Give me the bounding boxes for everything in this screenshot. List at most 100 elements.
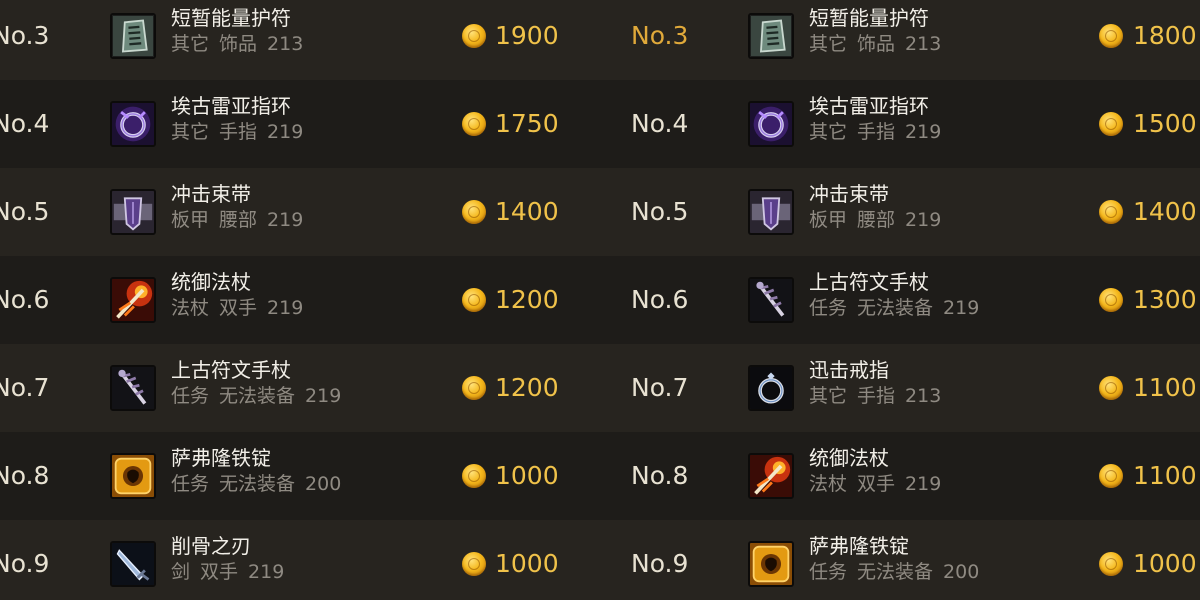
- ranking-entry[interactable]: No.4 埃古雷亚指环 其它 手指 219 1750: [0, 80, 600, 168]
- rank-label: No.8: [631, 461, 689, 490]
- ranking-entry[interactable]: No.8 萨弗隆铁锭 任务 无法装备 200 1000: [0, 432, 600, 520]
- fire-staff-icon: [110, 277, 156, 323]
- gold-coin-icon: [462, 376, 486, 400]
- ranking-entry[interactable]: No.7 迅击戒指 其它 手指 213 1100: [600, 344, 1200, 432]
- belt-icon: [110, 189, 156, 235]
- item-name: 统御法杖: [171, 270, 251, 294]
- item-name: 短暂能量护符: [171, 6, 291, 30]
- item-slot: 无法装备: [857, 297, 934, 319]
- gold-coin-icon: [1099, 552, 1123, 576]
- item-details: 任务 无法装备 219: [171, 381, 351, 408]
- item-slot: 无法装备: [219, 385, 296, 407]
- item-ilvl: 200: [305, 473, 342, 495]
- item-details: 任务 无法装备 219: [809, 293, 989, 320]
- rank-label: No.3: [631, 21, 689, 50]
- item-details: 其它 饰品 213: [809, 29, 951, 56]
- item-type: 剑: [171, 561, 191, 583]
- item-name: 迅击戒指: [809, 358, 889, 382]
- item-slot: 双手: [200, 561, 239, 583]
- purple-ring-icon: [110, 101, 156, 147]
- item-slot: 双手: [857, 473, 896, 495]
- item-name: 冲击束带: [809, 182, 889, 206]
- item-type: 其它: [809, 33, 848, 55]
- item-name: 削骨之刃: [171, 534, 251, 558]
- item-ilvl: 200: [943, 561, 980, 583]
- item-details: 其它 饰品 213: [171, 29, 313, 56]
- rank-label: No.5: [0, 197, 50, 226]
- item-name: 埃古雷亚指环: [171, 94, 291, 118]
- amulet-icon: [110, 13, 156, 59]
- rank-label: No.4: [0, 109, 50, 138]
- item-details: 剑双手 219: [171, 557, 294, 584]
- item-price: 1000: [1133, 549, 1197, 578]
- ranking-row: No.7 上古符文手杖 任务 无法装备 219 1200 No.7 迅击戒指 其它 手指 213 11…: [0, 344, 1200, 432]
- item-price: 1100: [1133, 461, 1197, 490]
- silver-ring-icon: [748, 365, 794, 411]
- ranking-entry[interactable]: No.3 短暂能量护符 其它 饰品 213 1900: [0, 0, 600, 80]
- item-type: 其它: [809, 121, 848, 143]
- item-price: 1100: [1133, 373, 1197, 402]
- ranking-entry[interactable]: No.4 埃古雷亚指环 其它 手指 219 1500: [600, 80, 1200, 168]
- item-price: 1400: [1133, 197, 1197, 226]
- item-price: 1300: [1133, 285, 1197, 314]
- item-price: 1200: [495, 373, 559, 402]
- ranking-entry[interactable]: No.9 削骨之刃剑双手 219 1000: [0, 520, 600, 600]
- gold-coin-icon: [1099, 112, 1123, 136]
- item-ilvl: 219: [905, 121, 942, 143]
- rank-label: No.4: [631, 109, 689, 138]
- item-price: 1200: [495, 285, 559, 314]
- ranking-row: No.3 短暂能量护符 其它 饰品 213 1900 No.3 短暂能量护符 其它 饰品 213 18…: [0, 0, 1200, 80]
- item-type: 法杖: [809, 473, 848, 495]
- gold-coin-icon: [462, 24, 486, 48]
- item-slot: 无法装备: [219, 473, 296, 495]
- rune-staff-icon: [110, 365, 156, 411]
- rank-label: No.6: [631, 285, 689, 314]
- item-ilvl: 219: [905, 473, 942, 495]
- ranking-entry[interactable]: No.5 冲击束带 板甲 腰部 219 1400: [0, 168, 600, 256]
- item-type: 任务: [171, 385, 210, 407]
- item-slot: 手指: [857, 121, 896, 143]
- ranking-entry[interactable]: No.6 统御法杖 法杖 双手 219 1200: [0, 256, 600, 344]
- rank-label: No.9: [0, 549, 50, 578]
- rank-label: No.9: [631, 549, 689, 578]
- item-name: 统御法杖: [809, 446, 889, 470]
- blade-icon: [110, 541, 156, 587]
- item-details: 法杖 双手 219: [809, 469, 951, 496]
- item-details: 法杖 双手 219: [171, 293, 313, 320]
- item-slot: 双手: [219, 297, 258, 319]
- rank-label: No.6: [0, 285, 50, 314]
- ranking-row: No.6 统御法杖 法杖 双手 219 1200 No.6 上古符文手杖 任务 无法装备 219 13…: [0, 256, 1200, 344]
- rune-staff-icon: [748, 277, 794, 323]
- ranking-entry[interactable]: No.9 萨弗隆铁锭 任务 无法装备 200 1000: [600, 520, 1200, 600]
- item-price: 1000: [495, 549, 559, 578]
- gold-coin-icon: [1099, 464, 1123, 488]
- rank-label: No.3: [0, 21, 50, 50]
- item-name: 冲击束带: [171, 182, 251, 206]
- item-slot: 腰部: [857, 209, 896, 231]
- ranking-entry[interactable]: No.6 上古符文手杖 任务 无法装备 219 1300: [600, 256, 1200, 344]
- gold-coin-icon: [1099, 200, 1123, 224]
- gold-coin-icon: [1099, 288, 1123, 312]
- item-slot: 手指: [857, 385, 896, 407]
- item-name: 上古符文手杖: [171, 358, 291, 382]
- item-type: 其它: [171, 33, 210, 55]
- fire-staff-icon: [748, 453, 794, 499]
- gold-coin-icon: [462, 288, 486, 312]
- item-slot: 无法装备: [857, 561, 934, 583]
- item-slot: 饰品: [219, 33, 258, 55]
- ranking-entry[interactable]: No.7 上古符文手杖 任务 无法装备 219 1200: [0, 344, 600, 432]
- ranking-row: No.4 埃古雷亚指环 其它 手指 219 1750 No.4 埃古雷亚指环 其它 手指 219 15…: [0, 80, 1200, 168]
- ingot-icon: [748, 541, 794, 587]
- item-ilvl: 219: [248, 561, 285, 583]
- ranking-entry[interactable]: No.3 短暂能量护符 其它 饰品 213 1800: [600, 0, 1200, 80]
- belt-icon: [748, 189, 794, 235]
- ranking-entry[interactable]: No.8 统御法杖法杖 双手 219 1100: [600, 432, 1200, 520]
- item-slot: 腰部: [219, 209, 258, 231]
- item-name: 萨弗隆铁锭: [171, 446, 271, 470]
- item-type: 板甲: [809, 209, 848, 231]
- item-details: 其它 手指 219: [171, 117, 313, 144]
- rank-label: No.5: [631, 197, 689, 226]
- item-price: 1400: [495, 197, 559, 226]
- item-price: 1900: [495, 21, 559, 50]
- ranking-entry[interactable]: No.5 冲击束带 板甲 腰部 219 1400: [600, 168, 1200, 256]
